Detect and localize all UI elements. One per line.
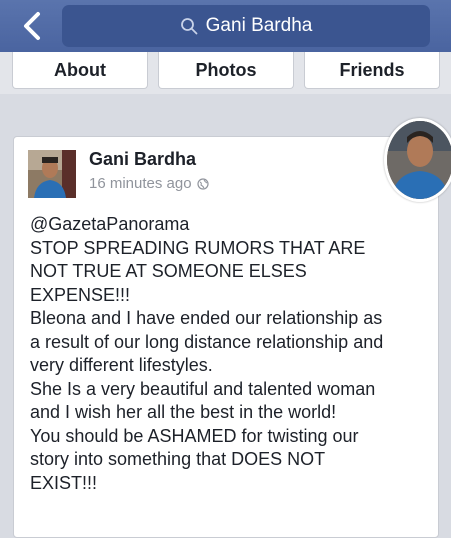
profile-avatar[interactable] (384, 118, 451, 202)
post-line: STOP SPREADING RUMORS THAT ARE (30, 237, 366, 258)
post-author-name[interactable]: Gani Bardha (89, 149, 196, 170)
post-line: very different lifestyles. (30, 355, 213, 375)
post-line[interactable]: @GazetaPanorama (30, 213, 430, 237)
post-timestamp[interactable]: 16 minutes ago (89, 175, 192, 192)
post-line: EXIST!!! (30, 472, 98, 493)
top-navigation-bar: Gani Bardha (0, 0, 451, 52)
post-line: She Is a very beautiful and talented wom… (30, 378, 376, 399)
avatar-photo (28, 150, 76, 198)
back-button[interactable] (14, 8, 50, 44)
post-line: story into something that DOES NOT (30, 449, 326, 469)
post-line: and I wish her all the best in the world… (30, 402, 337, 422)
tab-photos[interactable]: Photos (158, 52, 294, 89)
tab-friends[interactable]: Friends (304, 52, 440, 89)
post-line: EXPENSE!!! (30, 284, 131, 305)
profile-avatar-photo (387, 121, 451, 199)
search-icon (180, 18, 198, 35)
post-card: Gani Bardha 16 minutes ago @GazetaPanora… (13, 136, 439, 538)
post-line: You should be ASHAMED for twisting our (30, 425, 359, 446)
author-avatar[interactable] (28, 150, 76, 198)
post-line: Bleona and I have ended our relationship… (30, 308, 383, 328)
globe-icon (196, 177, 209, 190)
post-meta: 16 minutes ago (89, 175, 209, 192)
search-query-text: Gani Bardha (205, 15, 313, 36)
profile-tabs: About Photos Friends (0, 52, 451, 94)
tab-about[interactable]: About (12, 52, 148, 89)
chevron-left-icon (24, 12, 40, 40)
post-line: a result of our long distance relationsh… (30, 331, 384, 352)
search-field[interactable]: Gani Bardha (62, 5, 430, 47)
post-line: NOT TRUE AT SOMEONE ELSES (30, 261, 307, 281)
post-body: @GazetaPanorama STOP SPREADING RUMORS TH… (30, 213, 430, 495)
